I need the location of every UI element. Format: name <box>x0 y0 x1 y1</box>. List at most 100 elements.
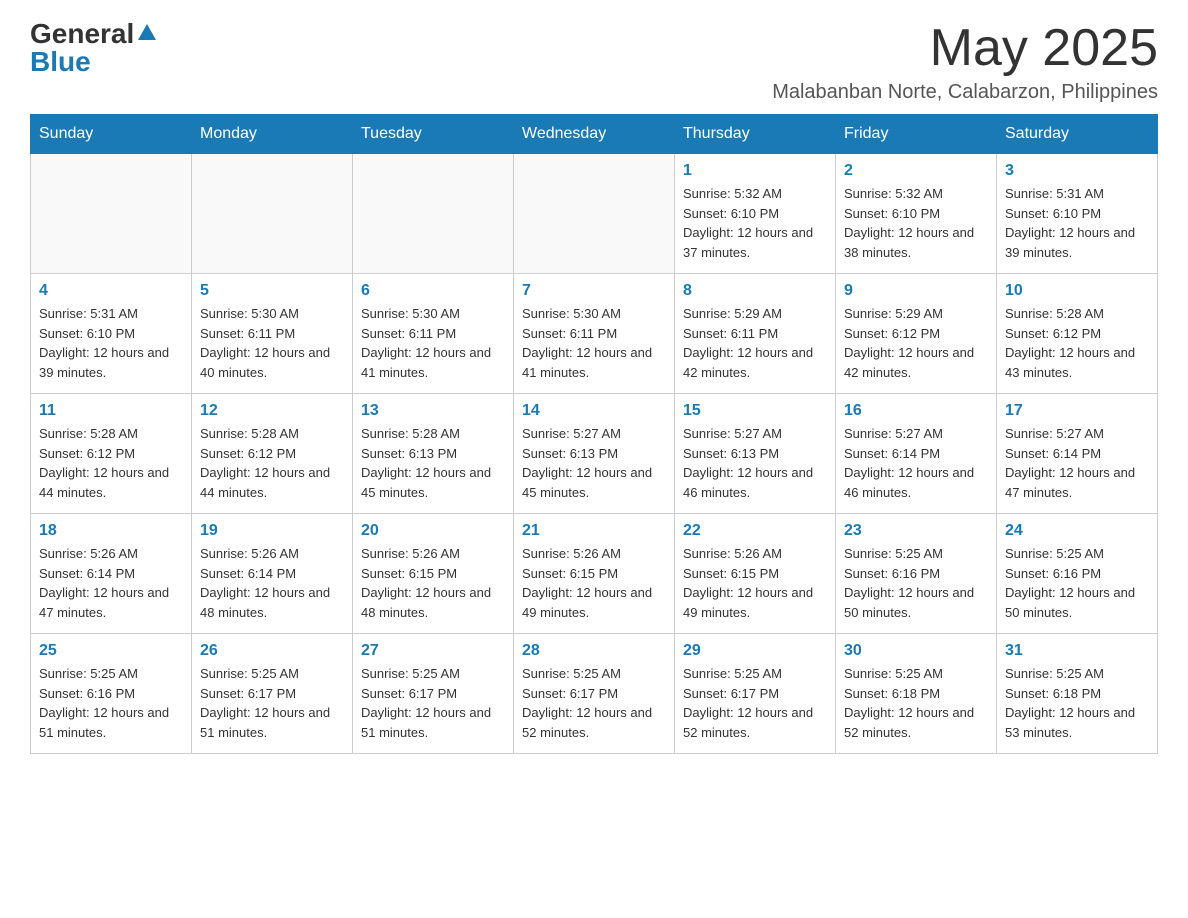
day-number: 31 <box>1005 642 1149 660</box>
calendar-cell: 29 Sunrise: 5:25 AM Sunset: 6:17 PM Dayli… <box>675 634 836 754</box>
day-number: 17 <box>1005 402 1149 420</box>
day-number: 14 <box>522 402 666 420</box>
day-number: 13 <box>361 402 505 420</box>
calendar-cell <box>192 154 353 274</box>
calendar-cell: 4 Sunrise: 5:31 AM Sunset: 6:10 PM Daylig… <box>31 274 192 394</box>
day-info: Sunrise: 5:25 AM Sunset: 6:16 PM Dayligh… <box>844 544 988 622</box>
day-info: Sunrise: 5:28 AM Sunset: 6:12 PM Dayligh… <box>200 424 344 502</box>
day-info: Sunrise: 5:32 AM Sunset: 6:10 PM Dayligh… <box>683 184 827 262</box>
day-info: Sunrise: 5:25 AM Sunset: 6:17 PM Dayligh… <box>683 664 827 742</box>
day-info: Sunrise: 5:28 AM Sunset: 6:13 PM Dayligh… <box>361 424 505 502</box>
calendar-cell: 2Sunrise: 5:32 AM Sunset: 6:10 PM Daylig… <box>836 154 997 274</box>
day-number: 4 <box>39 282 183 300</box>
day-header-wednesday: Wednesday <box>514 115 675 154</box>
calendar-cell: 8 Sunrise: 5:29 AM Sunset: 6:11 PM Daylig… <box>675 274 836 394</box>
day-info: Sunrise: 5:27 AM Sunset: 6:14 PM Dayligh… <box>844 424 988 502</box>
calendar-week-2: 4 Sunrise: 5:31 AM Sunset: 6:10 PM Daylig… <box>31 274 1158 394</box>
page-header: General Blue May 2025 Malabanban Norte, … <box>30 20 1158 104</box>
day-info: Sunrise: 5:26 AM Sunset: 6:15 PM Dayligh… <box>361 544 505 622</box>
calendar-cell: 17 Sunrise: 5:27 AM Sunset: 6:14 PM Dayli… <box>997 394 1158 514</box>
day-number: 6 <box>361 282 505 300</box>
day-number: 9 <box>844 282 988 300</box>
calendar-cell: 23 Sunrise: 5:25 AM Sunset: 6:16 PM Dayli… <box>836 514 997 634</box>
calendar-cell: 20Sunrise: 5:26 AM Sunset: 6:15 PM Dayli… <box>353 514 514 634</box>
calendar-cell: 22 Sunrise: 5:26 AM Sunset: 6:15 PM Dayli… <box>675 514 836 634</box>
calendar-cell: 24 Sunrise: 5:25 AM Sunset: 6:16 PM Dayli… <box>997 514 1158 634</box>
month-year-title: May 2025 <box>772 20 1158 77</box>
day-number: 5 <box>200 282 344 300</box>
day-header-friday: Friday <box>836 115 997 154</box>
calendar-cell: 15 Sunrise: 5:27 AM Sunset: 6:13 PM Dayli… <box>675 394 836 514</box>
day-info: Sunrise: 5:30 AM Sunset: 6:11 PM Dayligh… <box>200 304 344 382</box>
logo-blue-text: Blue <box>30 48 91 76</box>
day-number: 22 <box>683 522 827 540</box>
day-info: Sunrise: 5:26 AM Sunset: 6:15 PM Dayligh… <box>683 544 827 622</box>
day-header-thursday: Thursday <box>675 115 836 154</box>
day-number: 8 <box>683 282 827 300</box>
calendar-cell: 19 Sunrise: 5:26 AM Sunset: 6:14 PM Dayli… <box>192 514 353 634</box>
logo: General Blue <box>30 20 158 76</box>
day-info: Sunrise: 5:25 AM Sunset: 6:17 PM Dayligh… <box>522 664 666 742</box>
day-info: Sunrise: 5:27 AM Sunset: 6:14 PM Dayligh… <box>1005 424 1149 502</box>
calendar-cell: 10Sunrise: 5:28 AM Sunset: 6:12 PM Dayli… <box>997 274 1158 394</box>
calendar-cell: 25Sunrise: 5:25 AM Sunset: 6:16 PM Dayli… <box>31 634 192 754</box>
day-number: 21 <box>522 522 666 540</box>
day-info: Sunrise: 5:26 AM Sunset: 6:14 PM Dayligh… <box>200 544 344 622</box>
day-info: Sunrise: 5:29 AM Sunset: 6:11 PM Dayligh… <box>683 304 827 382</box>
day-header-sunday: Sunday <box>31 115 192 154</box>
day-number: 19 <box>200 522 344 540</box>
calendar-cell: 14Sunrise: 5:27 AM Sunset: 6:13 PM Dayli… <box>514 394 675 514</box>
day-header-tuesday: Tuesday <box>353 115 514 154</box>
day-info: Sunrise: 5:31 AM Sunset: 6:10 PM Dayligh… <box>39 304 183 382</box>
calendar-cell: 5 Sunrise: 5:30 AM Sunset: 6:11 PM Daylig… <box>192 274 353 394</box>
calendar-cell: 9 Sunrise: 5:29 AM Sunset: 6:12 PM Daylig… <box>836 274 997 394</box>
day-info: Sunrise: 5:25 AM Sunset: 6:18 PM Dayligh… <box>1005 664 1149 742</box>
logo-general-text: General <box>30 20 134 48</box>
day-info: Sunrise: 5:30 AM Sunset: 6:11 PM Dayligh… <box>522 304 666 382</box>
day-number: 28 <box>522 642 666 660</box>
day-number: 18 <box>39 522 183 540</box>
day-info: Sunrise: 5:25 AM Sunset: 6:16 PM Dayligh… <box>1005 544 1149 622</box>
calendar-cell <box>31 154 192 274</box>
calendar-cell: 18 Sunrise: 5:26 AM Sunset: 6:14 PM Dayli… <box>31 514 192 634</box>
day-number: 26 <box>200 642 344 660</box>
calendar-week-4: 18 Sunrise: 5:26 AM Sunset: 6:14 PM Dayli… <box>31 514 1158 634</box>
title-section: May 2025 Malabanban Norte, Calabarzon, P… <box>772 20 1158 104</box>
day-info: Sunrise: 5:25 AM Sunset: 6:18 PM Dayligh… <box>844 664 988 742</box>
calendar-cell: 3Sunrise: 5:31 AM Sunset: 6:10 PM Daylig… <box>997 154 1158 274</box>
calendar-week-5: 25Sunrise: 5:25 AM Sunset: 6:16 PM Dayli… <box>31 634 1158 754</box>
day-number: 12 <box>200 402 344 420</box>
day-header-monday: Monday <box>192 115 353 154</box>
calendar-cell: 7Sunrise: 5:30 AM Sunset: 6:11 PM Daylig… <box>514 274 675 394</box>
day-info: Sunrise: 5:27 AM Sunset: 6:13 PM Dayligh… <box>683 424 827 502</box>
day-info: Sunrise: 5:29 AM Sunset: 6:12 PM Dayligh… <box>844 304 988 382</box>
calendar-cell: 13 Sunrise: 5:28 AM Sunset: 6:13 PM Dayli… <box>353 394 514 514</box>
calendar-cell: 27 Sunrise: 5:25 AM Sunset: 6:17 PM Dayli… <box>353 634 514 754</box>
calendar-cell: 31 Sunrise: 5:25 AM Sunset: 6:18 PM Dayli… <box>997 634 1158 754</box>
day-info: Sunrise: 5:25 AM Sunset: 6:17 PM Dayligh… <box>361 664 505 742</box>
calendar-header-row: SundayMondayTuesdayWednesdayThursdayFrid… <box>31 115 1158 154</box>
calendar-cell: 12 Sunrise: 5:28 AM Sunset: 6:12 PM Dayli… <box>192 394 353 514</box>
day-number: 29 <box>683 642 827 660</box>
day-info: Sunrise: 5:32 AM Sunset: 6:10 PM Dayligh… <box>844 184 988 262</box>
day-number: 15 <box>683 402 827 420</box>
calendar-table: SundayMondayTuesdayWednesdayThursdayFrid… <box>30 114 1158 754</box>
day-info: Sunrise: 5:25 AM Sunset: 6:16 PM Dayligh… <box>39 664 183 742</box>
day-info: Sunrise: 5:26 AM Sunset: 6:14 PM Dayligh… <box>39 544 183 622</box>
calendar-week-1: 1Sunrise: 5:32 AM Sunset: 6:10 PM Daylig… <box>31 154 1158 274</box>
logo-icon <box>136 22 158 44</box>
day-number: 10 <box>1005 282 1149 300</box>
calendar-week-3: 11Sunrise: 5:28 AM Sunset: 6:12 PM Dayli… <box>31 394 1158 514</box>
day-number: 30 <box>844 642 988 660</box>
day-info: Sunrise: 5:30 AM Sunset: 6:11 PM Dayligh… <box>361 304 505 382</box>
calendar-cell: 1Sunrise: 5:32 AM Sunset: 6:10 PM Daylig… <box>675 154 836 274</box>
calendar-cell: 6 Sunrise: 5:30 AM Sunset: 6:11 PM Daylig… <box>353 274 514 394</box>
calendar-cell <box>514 154 675 274</box>
day-number: 27 <box>361 642 505 660</box>
day-info: Sunrise: 5:28 AM Sunset: 6:12 PM Dayligh… <box>39 424 183 502</box>
day-info: Sunrise: 5:31 AM Sunset: 6:10 PM Dayligh… <box>1005 184 1149 262</box>
calendar-cell: 26Sunrise: 5:25 AM Sunset: 6:17 PM Dayli… <box>192 634 353 754</box>
day-number: 24 <box>1005 522 1149 540</box>
day-number: 23 <box>844 522 988 540</box>
day-header-saturday: Saturday <box>997 115 1158 154</box>
